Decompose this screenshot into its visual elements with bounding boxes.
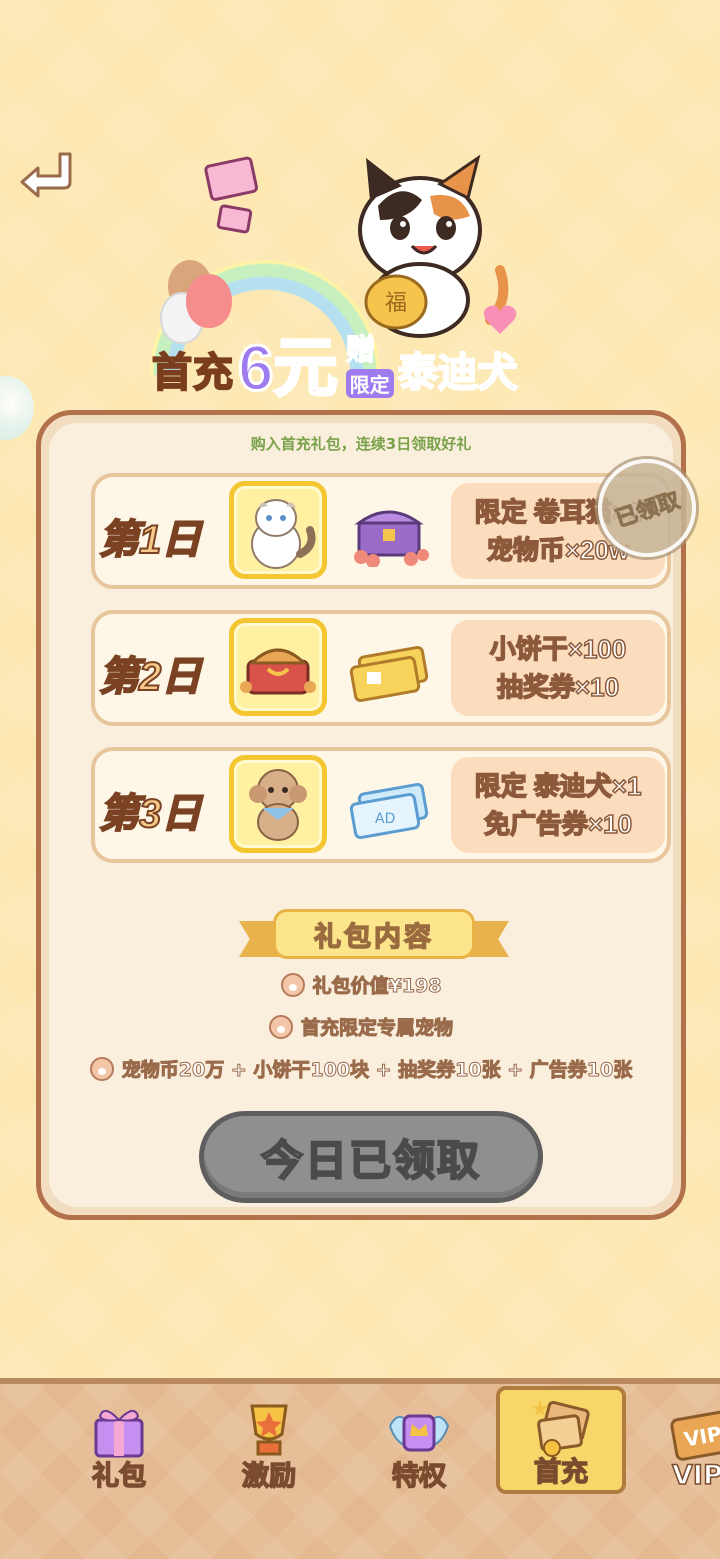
package-line-text: 礼包价值¥198 xyxy=(312,975,442,998)
title-prefix: 首充 xyxy=(151,350,234,396)
package-contents-ribbon: 礼包内容 xyxy=(239,909,509,959)
day-label: 第1日 xyxy=(98,517,202,563)
paw-icon xyxy=(280,972,305,997)
title-gift: 赠 xyxy=(345,333,376,369)
return-arrow-icon xyxy=(20,152,72,198)
reward-line: 免广告券×10 xyxy=(483,808,633,840)
svg-text:福: 福 xyxy=(385,291,407,316)
paw-icon xyxy=(268,1014,293,1039)
crown-wings-icon xyxy=(388,1414,450,1452)
blue-ad-ticket-icon: AD xyxy=(349,782,429,840)
first-charge-card: 购入首充礼包，连续3日领取好礼 第1日 限定 卷耳猫×1 宠物币×20w 已领取… xyxy=(36,410,709,1220)
title-amount: 6元 xyxy=(237,332,340,404)
title-gift-group: 赠 限定 xyxy=(345,325,394,398)
package-line: 首充限定专属宠物 xyxy=(49,1013,673,1040)
day-row-3: 第3日 AD 限定 泰迪犬×1 免广告券×10 xyxy=(91,747,671,863)
header-banner: 福 首充 6元 赠 限定 泰迪犬 xyxy=(130,150,600,430)
reward-line: 小饼干×100 xyxy=(489,633,627,665)
claimed-today-button[interactable]: 今日已领取 xyxy=(199,1111,543,1203)
nav-label: 礼包 xyxy=(91,1460,147,1493)
package-line-text: 首充限定专属宠物 xyxy=(300,1017,453,1040)
biscuit-basket-icon xyxy=(240,648,316,695)
stamp-text: 已领取 xyxy=(612,487,684,532)
nav-item-gift[interactable]: 礼包 xyxy=(54,1394,184,1504)
trophy-icon xyxy=(250,1404,288,1456)
nav-label: VIP xyxy=(671,1459,720,1492)
nav-item-first-charge[interactable]: 首充 xyxy=(496,1386,626,1494)
claimed-today-label: 今日已领取 xyxy=(260,1135,481,1186)
reward-line: 抽奖券×10 xyxy=(496,671,620,703)
pet-reward-box xyxy=(229,481,327,579)
day-row-2: 第2日 小饼干×100 抽奖券×10 xyxy=(91,610,671,726)
card-inner: 购入首充礼包，连续3日领取好礼 第1日 限定 卷耳猫×1 宠物币×20w 已领取… xyxy=(49,423,709,1207)
chevron-right-icon: » xyxy=(2,394,18,422)
treasure-chest-icon xyxy=(354,510,429,567)
balloon-decoration xyxy=(186,274,232,328)
paw-icon xyxy=(89,1056,114,1081)
banknote-decoration-icon xyxy=(204,156,258,234)
day-label: 第2日 xyxy=(98,654,202,700)
ragdoll-cat-icon xyxy=(251,499,316,569)
package-line: 礼包价值¥198 xyxy=(49,971,673,998)
back-button[interactable] xyxy=(18,148,82,204)
reward-text-box: 小饼干×100 抽奖券×10 xyxy=(451,620,665,716)
ribbon-title: 礼包内容 xyxy=(313,921,434,954)
title-pet: 泰迪犬 xyxy=(397,350,519,396)
bottom-nav: 礼包 激励 特权 首充 VIP VIP xyxy=(0,1378,720,1559)
day-label: 第3日 xyxy=(98,791,202,837)
banner-title: 首充 6元 赠 限定 泰迪犬 xyxy=(151,325,519,404)
reward-text-box: 限定 泰迪犬×1 免广告券×10 xyxy=(451,757,665,853)
package-line: 宠物币20万 + 小饼干100块 + 抽奖券10张 + 广告券10张 xyxy=(49,1055,673,1082)
banner-subtitle: 购入首充礼包，连续3日领取好礼 xyxy=(250,435,472,453)
calico-cat-mascot-icon: 福 xyxy=(358,154,509,338)
ribbon-title-box: 礼包内容 xyxy=(273,909,475,959)
nav-item-incentive[interactable]: 激励 xyxy=(204,1394,334,1504)
nav-label: 首充 xyxy=(533,1456,589,1489)
first-charge-icon xyxy=(532,1400,590,1457)
pet-reward-box xyxy=(229,755,327,853)
nav-label: 特权 xyxy=(391,1460,447,1493)
gift-box-icon xyxy=(94,1409,144,1458)
vip-ticket-icon: VIP xyxy=(670,1410,720,1461)
day-row-1: 第1日 限定 卷耳猫×1 宠物币×20w 已领取 xyxy=(91,446,709,589)
nav-item-vip[interactable]: VIP VIP xyxy=(668,1398,720,1498)
package-line-text: 宠物币20万 + 小饼干100块 + 抽奖券10张 + 广告券10张 xyxy=(121,1059,633,1082)
title-limited: 限定 xyxy=(345,369,394,398)
nav-item-privilege[interactable]: 特权 xyxy=(354,1394,484,1504)
svg-text:AD: AD xyxy=(375,811,395,827)
pet-reward-box xyxy=(229,618,327,716)
teddy-dog-icon xyxy=(249,769,307,841)
gold-ticket-icon xyxy=(349,645,429,703)
reward-line: 限定 泰迪犬×1 xyxy=(474,770,642,802)
nav-label: 激励 xyxy=(241,1460,297,1493)
